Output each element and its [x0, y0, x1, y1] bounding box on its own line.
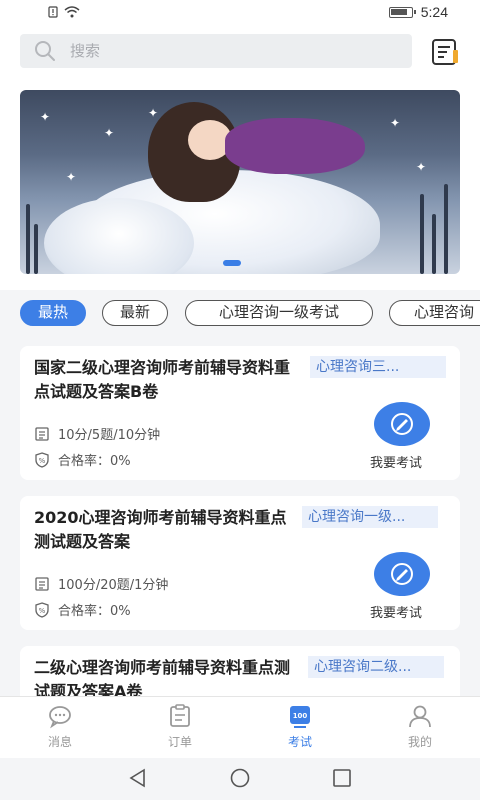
- system-nav-bar: [0, 758, 480, 800]
- tab-psych[interactable]: 心理咨询: [389, 300, 480, 326]
- sim-alert-icon: [48, 6, 58, 18]
- nav-exam[interactable]: 100 考试: [240, 703, 360, 750]
- exam-category-tag: 心理咨询二级...: [308, 656, 444, 678]
- star-icon: ✦: [40, 110, 51, 124]
- exam-pass-rate: % 合格率：0%: [34, 600, 131, 619]
- banner-carousel[interactable]: ✦ ✦ ✦ ✦ ✦ ✦: [20, 90, 460, 274]
- start-exam-button[interactable]: [374, 402, 430, 446]
- search-bar[interactable]: [20, 34, 412, 68]
- exam-score-info: 100分/20题/1分钟: [58, 578, 169, 593]
- percent-shield-icon: %: [35, 601, 49, 618]
- exam-record-icon[interactable]: [430, 36, 462, 68]
- paper-icon: [35, 426, 49, 441]
- nav-label: 考试: [287, 735, 312, 749]
- nav-label: 消息: [47, 735, 72, 749]
- pen-icon: [391, 563, 413, 585]
- bottom-nav: 消息 订单 100 考试 我的: [0, 696, 480, 758]
- nav-orders[interactable]: 订单: [120, 703, 240, 750]
- status-bar: 5:24: [0, 0, 480, 28]
- order-icon: [170, 704, 190, 727]
- message-icon: [49, 706, 71, 729]
- star-icon: ✦: [390, 116, 401, 130]
- battery-icon: [388, 6, 416, 18]
- status-time: 5:24: [420, 4, 448, 20]
- pass-rate-text: 合格率：0%: [58, 604, 131, 619]
- nav-label: 订单: [167, 735, 192, 749]
- star-icon: ✦: [104, 126, 115, 140]
- tab-level1[interactable]: 心理咨询一级考试: [185, 300, 373, 326]
- svg-text:%: %: [39, 607, 46, 615]
- nav-label: 我的: [407, 735, 432, 749]
- tab-latest[interactable]: 最新: [102, 300, 168, 326]
- search-input[interactable]: [70, 42, 350, 60]
- search-icon: [35, 41, 55, 61]
- exam-title: 2020心理咨询师考前辅导资料重点测试题及答案: [34, 508, 287, 551]
- nav-profile[interactable]: 我的: [360, 703, 480, 750]
- exam-info: 100分/20题/1分钟: [34, 574, 168, 593]
- back-icon[interactable]: [128, 768, 148, 788]
- exam-category-tag: 心理咨询一级...: [302, 506, 438, 528]
- pass-rate-text: 合格率：0%: [58, 454, 131, 469]
- exam-card[interactable]: 2020心理咨询师考前辅导资料重点测试题及答案 心理咨询一级... 100分/2…: [20, 496, 460, 630]
- exam-category-tag: 心理咨询三...: [310, 356, 446, 378]
- recents-icon[interactable]: [332, 768, 352, 788]
- wifi-icon: [64, 6, 80, 18]
- start-exam-button[interactable]: [374, 552, 430, 596]
- exam-card[interactable]: 国家二级心理咨询师考前辅导资料重点试题及答案B卷 心理咨询三... 10分/5题…: [20, 346, 460, 480]
- exam-title: 国家二级心理咨询师考前辅导资料重点试题及答案B卷: [34, 358, 291, 401]
- header-area: ✦ ✦ ✦ ✦ ✦ ✦: [0, 28, 480, 290]
- pen-icon: [391, 413, 413, 435]
- exam-icon: 100: [290, 706, 310, 728]
- svg-text:100: 100: [293, 712, 308, 720]
- filter-tabs: 最热 最新 心理咨询一级考试 心理咨询: [0, 290, 480, 336]
- profile-icon: [409, 705, 431, 728]
- svg-text:%: %: [39, 457, 46, 465]
- exam-score-info: 10分/5题/10分钟: [58, 428, 161, 443]
- paper-icon: [35, 576, 49, 591]
- star-icon: ✦: [148, 106, 159, 120]
- home-icon[interactable]: [229, 768, 251, 788]
- start-exam-label[interactable]: 我要考试: [370, 452, 422, 471]
- exam-pass-rate: % 合格率：0%: [34, 450, 131, 469]
- percent-shield-icon: %: [35, 451, 49, 468]
- carousel-indicator: [223, 260, 241, 266]
- star-icon: ✦: [66, 170, 77, 184]
- tab-hot[interactable]: 最热: [20, 300, 86, 326]
- nav-messages[interactable]: 消息: [0, 703, 120, 750]
- exam-info: 10分/5题/10分钟: [34, 424, 160, 443]
- star-icon: ✦: [416, 160, 427, 174]
- start-exam-label[interactable]: 我要考试: [370, 602, 422, 621]
